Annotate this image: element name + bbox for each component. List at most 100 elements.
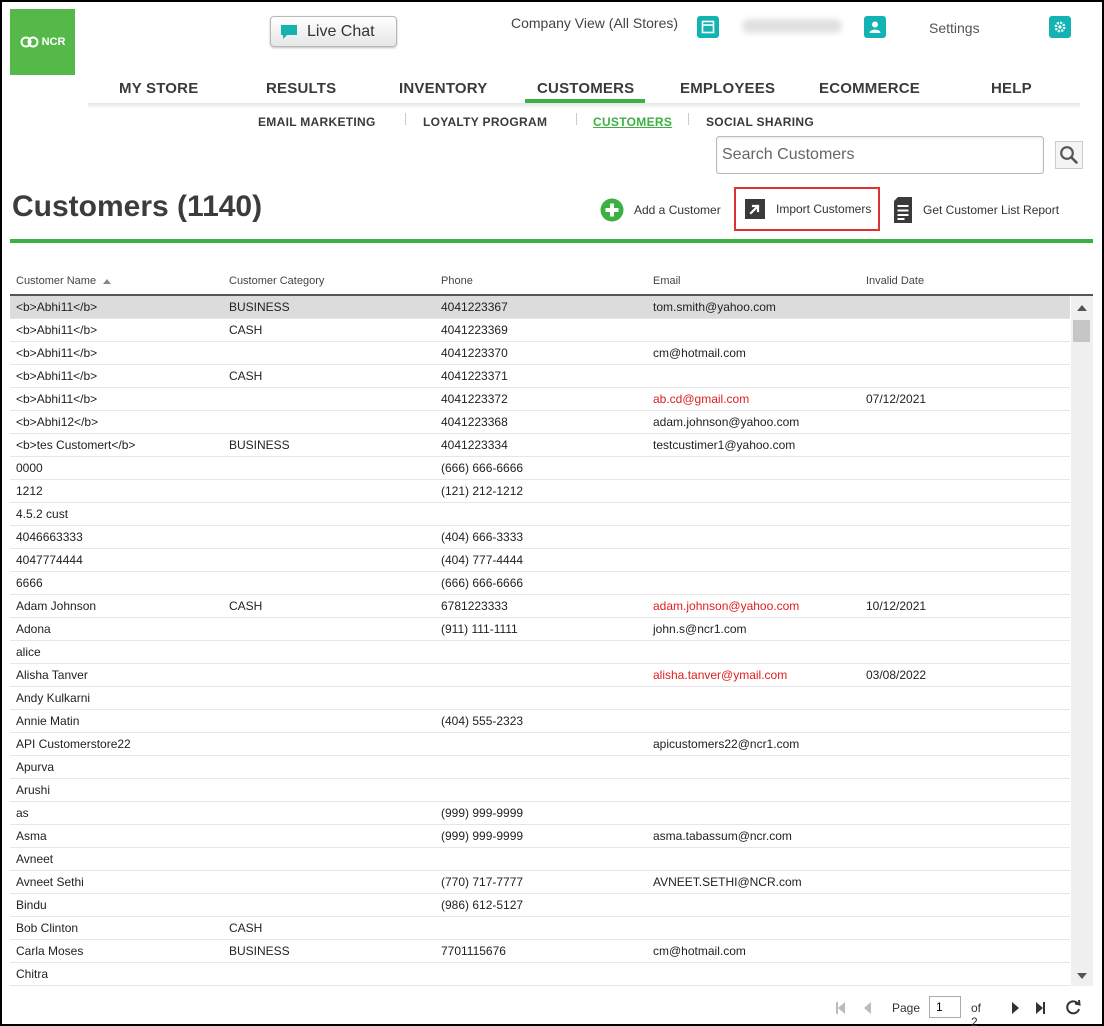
customer-name-cell: Avneet — [16, 852, 54, 866]
table-row[interactable]: <b>tes Customert</b> BUSINESS 4041223334 te… — [10, 434, 1070, 457]
table-row[interactable]: Bindu (986) 612-5127 — [10, 894, 1070, 917]
import-customers-button[interactable]: Import Customers — [734, 187, 880, 231]
phone-cell: (770) 717-7777 — [441, 875, 524, 889]
email-cell: tom.smith@yahoo.com — [653, 300, 776, 314]
col-header-phone[interactable]: Phone — [441, 275, 473, 287]
customer-category-cell: CASH — [229, 599, 263, 613]
table-row[interactable]: Avneet — [10, 848, 1070, 871]
customer-name-cell: Avneet Sethi — [16, 875, 84, 889]
customer-name-cell: Adam Johnson — [16, 599, 97, 613]
nav-my-store[interactable]: MY STORE — [119, 80, 198, 97]
customer-name-cell: Chitra — [16, 967, 49, 981]
nav-help[interactable]: HELP — [991, 80, 1032, 97]
scroll-up-icon[interactable] — [1077, 305, 1087, 311]
user-icon[interactable] — [864, 16, 886, 38]
table-row[interactable]: Chitra — [10, 963, 1070, 986]
table-row[interactable]: Andy Kulkarni — [10, 687, 1070, 710]
live-chat-button[interactable]: Live Chat — [270, 16, 397, 47]
ncr-swirl-icon — [20, 36, 39, 48]
customer-name-cell: Asma — [16, 829, 47, 843]
scroll-down-icon[interactable] — [1077, 973, 1087, 979]
table-row[interactable]: <b>Abhi11</b> CASH 4041223369 — [10, 319, 1070, 342]
ncr-logo[interactable]: NCR — [10, 9, 75, 75]
add-customer-button[interactable]: Add a Customer — [600, 195, 721, 225]
last-page-icon[interactable] — [1036, 1002, 1045, 1014]
search-button[interactable] — [1055, 141, 1083, 169]
company-view-selector[interactable]: Company View (All Stores) — [511, 15, 678, 31]
table-row[interactable]: Avneet Sethi (770) 717-7777 AVNEET.SETHI@N… — [10, 871, 1070, 894]
vertical-scrollbar[interactable] — [1071, 296, 1093, 986]
settings-link[interactable]: Settings — [929, 20, 980, 36]
col-header-customer-name[interactable]: Customer Name — [16, 275, 112, 287]
nav-ecommerce[interactable]: ECOMMERCE — [819, 80, 920, 97]
table-row[interactable]: 1212 (121) 212-1212 — [10, 480, 1070, 503]
phone-cell: 4041223367 — [441, 300, 508, 314]
table-row[interactable]: 4.5.2 cust — [10, 503, 1070, 526]
col-header-email[interactable]: Email — [653, 275, 681, 287]
table-row[interactable]: <b>Abhi11</b> BUSINESS 4041223367 tom.smith… — [10, 296, 1070, 319]
nav-results[interactable]: RESULTS — [266, 80, 336, 97]
table-row[interactable]: alice — [10, 641, 1070, 664]
table-row[interactable]: <b>Abhi11</b> 4041223372 ab.cd@gmail.com 07… — [10, 388, 1070, 411]
table-row[interactable]: Arushi — [10, 779, 1070, 802]
subnav-email-marketing[interactable]: EMAIL MARKETING — [258, 115, 376, 129]
table-row[interactable]: Asma (999) 999-9999 asma.tabassum@ncr.com — [10, 825, 1070, 848]
first-page-icon[interactable] — [836, 1002, 845, 1014]
previous-page-icon[interactable] — [864, 1002, 871, 1014]
table-row[interactable]: Adam Johnson CASH 6781223333 adam.johnson@y… — [10, 595, 1070, 618]
sort-ascending-icon — [103, 278, 112, 284]
customer-name-cell: <b>Abhi11</b> — [16, 392, 98, 406]
page-count-label: of 2 — [971, 1001, 982, 1026]
phone-cell: (999) 999-9999 — [441, 806, 524, 820]
table-row[interactable]: 6666 (666) 666-6666 — [10, 572, 1070, 595]
customer-category-cell: BUSINESS — [229, 438, 290, 452]
email-cell: AVNEET.SETHI@NCR.com — [653, 875, 802, 889]
table-row[interactable]: <b>Abhi12</b> 4041223368 adam.johnson@yaho… — [10, 411, 1070, 434]
subnav-loyalty-program[interactable]: LOYALTY PROGRAM — [423, 115, 547, 129]
plus-circle-icon — [600, 198, 624, 222]
invalid-date-cell: 07/12/2021 — [866, 392, 927, 406]
nav-employees[interactable]: EMPLOYEES — [680, 80, 775, 97]
page-label: Page — [892, 1001, 921, 1015]
page-number-input[interactable] — [929, 996, 961, 1018]
table-row[interactable]: <b>Abhi11</b> 4041223370 cm@hotmail.com — [10, 342, 1070, 365]
table-row[interactable]: 4046663333 (404) 666-3333 — [10, 526, 1070, 549]
logo-text: NCR — [41, 36, 66, 48]
table-row[interactable]: 4047774444 (404) 777-4444 — [10, 549, 1070, 572]
ncr-logo-mark: NCR — [20, 36, 66, 48]
customer-list-report-button[interactable]: Get Customer List Report — [893, 195, 1059, 225]
scrollbar-thumb[interactable] — [1073, 320, 1090, 342]
refresh-icon[interactable] — [1064, 998, 1082, 1019]
email-cell: ab.cd@gmail.com — [653, 392, 750, 406]
table-row[interactable]: Adona (911) 111-1111 john.s@ncr1.com — [10, 618, 1070, 641]
search-icon — [1060, 146, 1078, 164]
table-row[interactable]: Carla Moses BUSINESS 7701115676 cm@hotmail.… — [10, 940, 1070, 963]
customer-category-cell: BUSINESS — [229, 300, 290, 314]
table-row[interactable]: as (999) 999-9999 — [10, 802, 1070, 825]
table-row[interactable]: API Customerstore22 apicustomers22@ncr1.c… — [10, 733, 1070, 756]
phone-cell: 4041223372 — [441, 392, 508, 406]
search-input[interactable] — [716, 136, 1044, 174]
live-chat-label: Live Chat — [307, 22, 375, 40]
phone-cell: (666) 666-6666 — [441, 461, 524, 475]
next-page-icon[interactable] — [1012, 1002, 1019, 1014]
email-cell: john.s@ncr1.com — [653, 622, 747, 636]
subnav-social-sharing[interactable]: SOCIAL SHARING — [706, 115, 814, 129]
table-row[interactable]: <b>Abhi11</b> CASH 4041223371 — [10, 365, 1070, 388]
table-row[interactable]: Annie Matin (404) 555-2323 — [10, 710, 1070, 733]
customer-name-cell: 4047774444 — [16, 553, 83, 567]
email-cell: cm@hotmail.com — [653, 944, 746, 958]
col-header-customer-category[interactable]: Customer Category — [229, 275, 324, 287]
col-header-invalid-date[interactable]: Invalid Date — [866, 275, 924, 287]
import-arrow-icon — [745, 199, 765, 219]
customer-name-cell: <b>Abhi12</b> — [16, 415, 99, 429]
nav-customers[interactable]: CUSTOMERS — [537, 80, 634, 97]
table-row[interactable]: Apurva — [10, 756, 1070, 779]
subnav-customers[interactable]: CUSTOMERS — [593, 115, 672, 129]
table-row[interactable]: Alisha Tanver alisha.tanver@ymail.com 03/0… — [10, 664, 1070, 687]
nav-inventory[interactable]: INVENTORY — [399, 80, 487, 97]
table-row[interactable]: Bob Clinton CASH — [10, 917, 1070, 940]
table-row[interactable]: 0000 (666) 666-6666 — [10, 457, 1070, 480]
gear-icon[interactable] — [1049, 16, 1071, 38]
store-icon[interactable] — [697, 16, 719, 38]
